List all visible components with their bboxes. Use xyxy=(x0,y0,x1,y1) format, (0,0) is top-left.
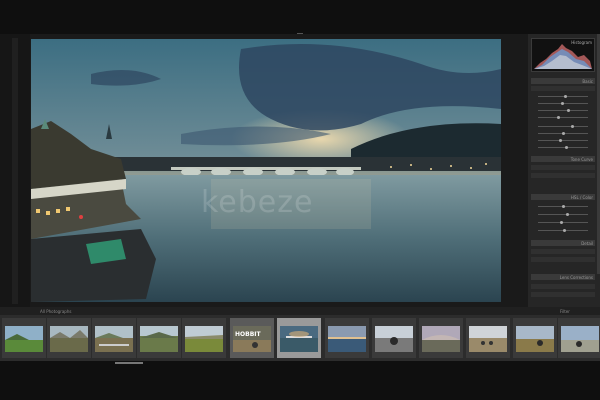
panel-slider[interactable] xyxy=(538,125,588,128)
panel-slider[interactable] xyxy=(538,213,588,216)
filmstrip-thumbnail-selected[interactable] xyxy=(277,318,321,358)
prague-river-photo xyxy=(31,39,501,302)
thumbnail-image xyxy=(516,326,554,352)
main-photo-viewer[interactable]: kebeze xyxy=(31,39,501,302)
slider-knob[interactable] xyxy=(565,146,569,149)
panel-section-basic[interactable]: Basic xyxy=(531,78,595,84)
panel-slider[interactable] xyxy=(538,109,588,112)
panel-row xyxy=(531,284,595,289)
panel-section-hsl[interactable]: HSL / Color xyxy=(531,194,595,200)
slider-knob[interactable] xyxy=(560,102,564,105)
left-panel-edge xyxy=(12,38,18,304)
watermark: kebeze xyxy=(201,185,314,220)
filmstrip-thumbnail[interactable] xyxy=(513,318,557,358)
filmstrip-scrollbar[interactable] xyxy=(115,362,143,364)
thumbnail-image xyxy=(280,326,318,352)
panel-row xyxy=(531,86,595,91)
thumbnail-image xyxy=(140,326,178,352)
thumbnail-image xyxy=(95,326,133,352)
filmstrip-thumbnail[interactable]: HOBBIT xyxy=(230,318,274,358)
panel-row xyxy=(531,292,595,297)
panel-slider[interactable] xyxy=(538,116,588,119)
filmstrip-thumbnail[interactable] xyxy=(466,318,510,358)
panel-section-detail[interactable]: Detail xyxy=(531,240,595,246)
thumbnail-image xyxy=(5,326,43,352)
filmstrip-thumbnail[interactable] xyxy=(47,318,91,358)
panel-slider[interactable] xyxy=(538,102,588,105)
thumbnail-image xyxy=(375,326,413,352)
thumbnail-sign-text: HOBBIT xyxy=(235,331,261,338)
slider-knob[interactable] xyxy=(559,139,563,142)
filmstrip-thumbnail[interactable] xyxy=(558,318,600,358)
slider-knob[interactable] xyxy=(562,229,566,232)
bottom-bar xyxy=(0,361,600,400)
panel-slider[interactable] xyxy=(538,205,588,208)
panel-row xyxy=(531,257,595,262)
filmstrip-thumbnail[interactable] xyxy=(419,318,463,358)
filmstrip-thumbnail[interactable] xyxy=(325,318,369,358)
workspace: kebeze Histogram Basic Tone Curve HSL / … xyxy=(0,34,600,312)
thumbnail-image xyxy=(469,326,507,352)
slider-knob[interactable] xyxy=(561,132,565,135)
thumbnail-image xyxy=(50,326,88,352)
panel-row xyxy=(531,173,595,178)
slider-knob[interactable] xyxy=(570,125,574,128)
slider-knob[interactable] xyxy=(562,205,566,208)
panel-slider[interactable] xyxy=(538,132,588,135)
slider-knob[interactable] xyxy=(566,213,570,216)
slider-knob[interactable] xyxy=(567,109,571,112)
filmstrip: HOBBIT xyxy=(0,315,600,361)
filmstrip-thumbnail[interactable] xyxy=(92,318,136,358)
panel-slider[interactable] xyxy=(538,139,588,142)
develop-right-panel: Histogram Basic Tone Curve HSL / Color D… xyxy=(528,34,600,312)
panel-row xyxy=(531,165,595,170)
slider-knob[interactable] xyxy=(560,221,564,224)
top-bar xyxy=(0,0,600,34)
panel-slider[interactable] xyxy=(538,221,588,224)
panel-section-tone-curve[interactable]: Tone Curve xyxy=(531,156,595,162)
filmstrip-thumbnail[interactable] xyxy=(137,318,181,358)
slider-knob[interactable] xyxy=(563,95,567,98)
panel-section-lens[interactable]: Lens Corrections xyxy=(531,274,595,280)
histogram[interactable]: Histogram xyxy=(531,38,595,72)
panel-slider[interactable] xyxy=(538,95,588,98)
thumbnail-image: HOBBIT xyxy=(233,326,271,352)
thumbnail-image xyxy=(185,326,223,352)
filmstrip-source-label[interactable]: All Photographs xyxy=(40,309,71,314)
histogram-label: Histogram xyxy=(571,40,592,45)
filter-label[interactable]: Filter xyxy=(560,309,570,314)
thumbnail-image xyxy=(561,326,599,352)
filmstrip-toolbar: All Photographs Filter xyxy=(0,307,600,315)
thumbnail-image xyxy=(422,326,460,352)
filmstrip-thumbnail[interactable] xyxy=(2,318,46,358)
left-panel-collapsed[interactable] xyxy=(0,34,30,312)
filmstrip-thumbnail[interactable] xyxy=(372,318,416,358)
panel-slider[interactable] xyxy=(538,229,588,232)
panel-row xyxy=(531,249,595,254)
slider-knob[interactable] xyxy=(556,116,560,119)
panel-slider[interactable] xyxy=(538,146,588,149)
filmstrip-thumbnail[interactable] xyxy=(182,318,226,358)
thumbnail-image xyxy=(328,326,366,352)
